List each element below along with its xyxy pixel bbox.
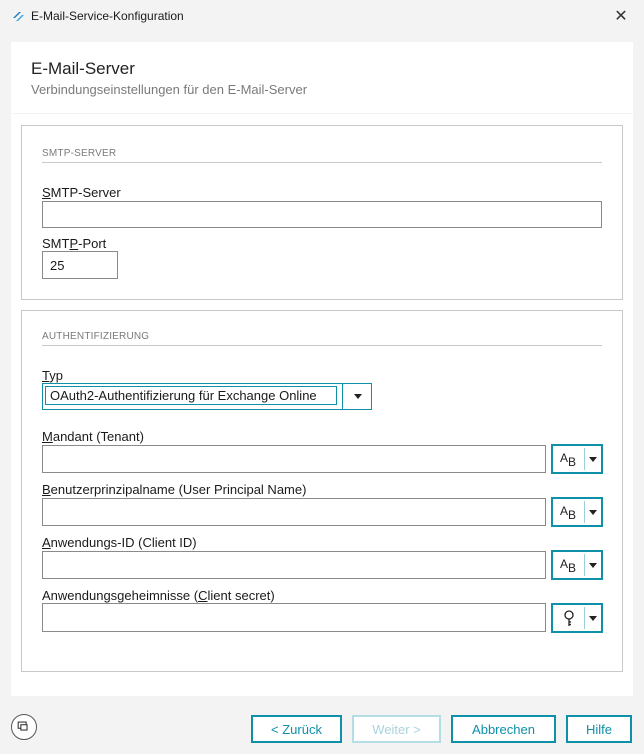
client-id-label: Anwendungs-ID (Client ID): [42, 535, 197, 550]
svg-text:A: A: [560, 557, 568, 571]
button-divider: [584, 607, 585, 629]
close-icon: ✕: [614, 8, 628, 25]
back-button[interactable]: < Zurück: [251, 715, 342, 743]
title-bar: E-Mail-Service-Konfiguration ✕: [0, 0, 644, 32]
page-title: E-Mail-Server: [31, 59, 135, 78]
chevron-down-icon: [589, 510, 597, 515]
tenant-label: Mandant (Tenant): [42, 429, 144, 444]
client-secret-mode-button[interactable]: [551, 603, 603, 633]
smtp-server-input[interactable]: [42, 201, 602, 228]
client-secret-input[interactable]: [42, 603, 546, 632]
auth-group-title: AUTHENTIFIZIERUNG: [42, 331, 150, 342]
close-button[interactable]: ✕: [598, 0, 644, 32]
button-divider: [584, 448, 585, 470]
upn-mode-button[interactable]: A B: [551, 497, 603, 527]
chevron-down-icon: [589, 457, 597, 462]
svg-text:B: B: [568, 561, 576, 574]
client-secret-label: Anwendungsgeheimnisse (Client secret): [42, 588, 275, 603]
chevron-down-icon: [589, 616, 597, 621]
help-button[interactable]: Hilfe: [566, 715, 632, 743]
button-divider: [584, 554, 585, 576]
cancel-button[interactable]: Abbrechen: [451, 715, 556, 743]
smtp-server-label: SMTP-Server: [42, 185, 121, 200]
tenant-mode-button[interactable]: A B: [551, 444, 603, 474]
next-button[interactable]: Weiter >: [352, 715, 441, 743]
key-icon: [564, 610, 574, 626]
smtp-port-label: SMTP-Port: [42, 236, 107, 251]
tenant-input[interactable]: [42, 445, 546, 473]
upn-label: Benutzerprinzipalname (User Principal Na…: [42, 482, 307, 497]
help-icon: [17, 721, 28, 731]
auth-type-value: OAuth2-Authentifizierung für Exchange On…: [45, 386, 337, 405]
page-subtitle: Verbindungseinstellungen für den E-Mail-…: [31, 82, 308, 97]
smtp-group: SMTP-SERVER SMTP-Server SMTP-Port 25: [21, 125, 623, 300]
upn-input[interactable]: [42, 498, 546, 526]
client-id-input[interactable]: [42, 551, 546, 579]
smtp-group-title: SMTP-SERVER: [42, 148, 117, 159]
svg-text:A: A: [560, 504, 568, 518]
auth-group-divider: [42, 345, 602, 346]
auth-type-select[interactable]: OAuth2-Authentifizierung für Exchange On…: [42, 383, 372, 410]
page-header: E-Mail-Server Verbindungseinstellungen f…: [11, 42, 633, 113]
content-area: SMTP-SERVER SMTP-Server SMTP-Port 25 AUT…: [11, 114, 633, 696]
text-mode-icon: A B: [560, 451, 576, 468]
client-id-mode-button[interactable]: A B: [551, 550, 603, 580]
chevron-down-icon: [589, 563, 597, 568]
svg-text:A: A: [560, 451, 568, 465]
button-divider: [584, 501, 585, 523]
text-mode-icon: A B: [560, 557, 576, 574]
auth-group: AUTHENTIFIZIERUNG Typ OAuth2-Authentifiz…: [21, 310, 623, 672]
chevron-down-icon: [354, 394, 362, 399]
select-divider: [342, 384, 343, 409]
smtp-group-divider: [42, 162, 602, 163]
smtp-port-input[interactable]: 25: [42, 251, 118, 279]
svg-text:B: B: [568, 455, 576, 468]
text-mode-icon: A B: [560, 504, 576, 521]
help-icon-button[interactable]: [11, 714, 37, 740]
app-icon: [13, 12, 24, 21]
svg-text:B: B: [568, 508, 576, 521]
window-title: E-Mail-Service-Konfiguration: [31, 9, 184, 23]
type-label: Typ: [42, 368, 63, 383]
